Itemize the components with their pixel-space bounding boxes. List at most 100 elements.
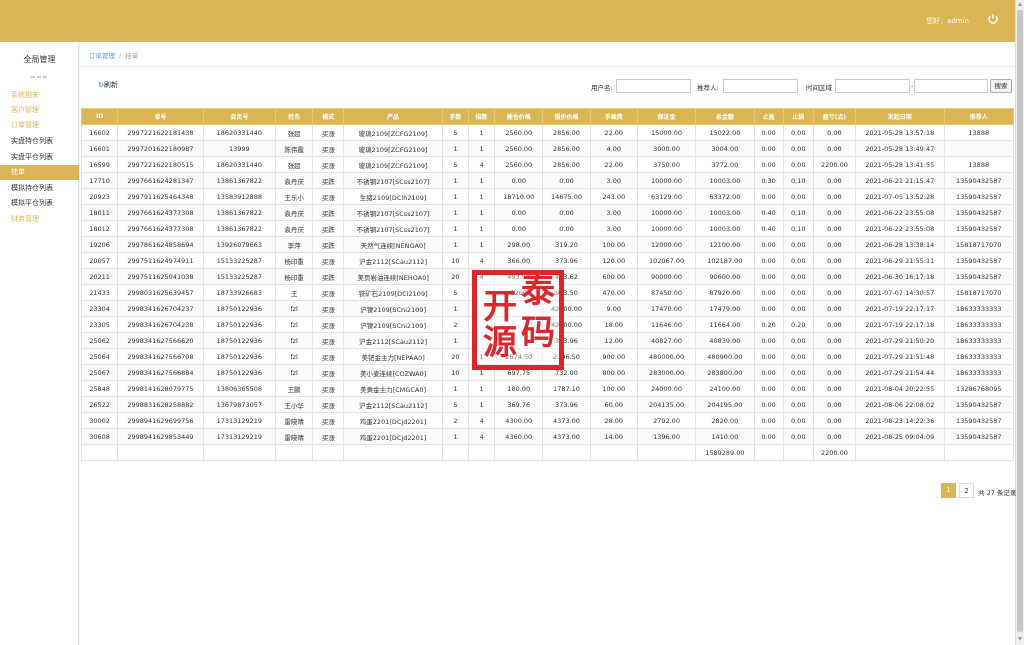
table-row[interactable]: 16601 2997201622180987 13999 陈伟霞 买涨 玻璃2109[ZC… [80, 140, 1014, 157]
table-cell: 15818717070 [943, 284, 1014, 301]
totals-cell [441, 444, 470, 461]
table-row[interactable]: 30002 2998941629699756 17313129219 雷晓晴 买涨 鸡蛋2… [80, 412, 1014, 429]
column-header[interactable]: ID [80, 108, 119, 125]
column-header[interactable]: 单号 [117, 108, 204, 125]
sidebar-item[interactable]: 模拟持仓列表 [0, 181, 79, 196]
table-cell: 0.00 [542, 220, 591, 237]
table-cell: 18633333333 [943, 364, 1014, 381]
table-cell: 17710 [80, 172, 119, 189]
column-header[interactable]: 产品 [343, 108, 443, 125]
column-header[interactable]: 推荐人 [943, 108, 1014, 125]
sidebar-item[interactable]: 实盘持仓列表 [0, 134, 79, 149]
start-date-input[interactable] [835, 79, 910, 93]
sidebar-item[interactable]: 订单管理 [0, 118, 79, 133]
breadcrumb-parent-link[interactable]: 订单管理 [89, 52, 115, 60]
breadcrumb: 订单管理 / 挂单 [89, 50, 138, 60]
table-cell: 买跌 [312, 220, 345, 237]
table-cell: 0.00 [753, 252, 784, 269]
column-header[interactable]: 盈亏(点) [812, 108, 857, 125]
column-header[interactable]: 建仓价格 [494, 108, 544, 125]
sidebar-item[interactable]: 客户管理 [0, 103, 79, 118]
column-header[interactable]: 止损 [782, 108, 814, 125]
table-cell: 0.00 [782, 348, 814, 365]
table-row[interactable]: 19206 2997861624858694 13926079663 李萍 买跌 天然气连… [80, 236, 1014, 253]
table-cell: 298.00 [494, 236, 544, 253]
column-header[interactable]: 手数 [441, 108, 470, 125]
username-input[interactable] [616, 79, 691, 93]
table-row[interactable]: 20923 2997911625464348 13583912888 王乐小 买涨 生猪2… [80, 188, 1014, 205]
page-button-2[interactable]: 2 [959, 483, 974, 498]
table-cell: 玻璃2109[ZCFG2109] [343, 156, 443, 173]
table-cell: 2998341627566708 [117, 348, 204, 365]
table-cell: 0.00 [753, 268, 784, 285]
table-cell: 2021-06-29 21:55:11 [855, 252, 945, 269]
column-header[interactable]: 倍数 [467, 108, 496, 125]
referrer-input[interactable] [723, 79, 798, 93]
sidebar-item[interactable]: 系统相关 [0, 88, 79, 103]
table-cell: 0.00 [812, 316, 857, 333]
column-header[interactable]: 总金额 [695, 108, 755, 125]
table-cell: 60.00 [589, 396, 638, 413]
sidebar-item[interactable]: 财务管理 [0, 212, 79, 227]
table-cell: 24000.00 [636, 380, 697, 397]
sidebar-item[interactable]: 模拟平仓列表 [0, 196, 79, 211]
page-scrollbar[interactable] [1015, 0, 1024, 645]
table-cell: 2021-07-29 21:54:44 [855, 364, 945, 381]
table-cell: 13590432587 [943, 412, 1014, 429]
scroll-thumb[interactable] [1017, 10, 1023, 632]
table-cell: 1 [441, 204, 470, 221]
table-row[interactable]: 18011 2997661624377308 13861367822 袁丹庆 买跌 不锈钢… [80, 204, 1014, 221]
table-cell: 0.00 [782, 236, 814, 253]
table-cell: 18.00 [589, 316, 638, 333]
power-icon[interactable] [987, 13, 999, 25]
table-cell: 2997511624974911 [117, 252, 204, 269]
table-cell: 40827.00 [636, 332, 697, 349]
table-row[interactable]: 25848 2998141628079775 13806365508 王鹏 买涨 美黄金主… [80, 380, 1014, 397]
table-row[interactable]: 16599 2997221622180515 18620331440 张超 买涨 玻璃21… [80, 156, 1014, 173]
table-row[interactable]: 17710 2997661624281347 13861367822 袁丹庆 买跌 不锈钢… [80, 172, 1014, 189]
scroll-up-arrow-icon[interactable] [1018, 2, 1022, 6]
table-cell: 13590432587 [943, 268, 1014, 285]
table-row[interactable]: 16602 2997221622181438 18620331440 张超 买涨 玻璃21… [80, 124, 1014, 141]
table-cell: 0.00 [812, 124, 857, 141]
column-header[interactable]: 姓名 [275, 108, 314, 125]
table-cell: 13926079663 [202, 236, 277, 253]
table-cell: 20057 [80, 252, 119, 269]
sidebar-item[interactable]: 挂单 [0, 165, 79, 180]
column-header[interactable]: 会员号 [202, 108, 277, 125]
table-row[interactable]: 18012 2997661624377308 13861367822 袁丹庆 买跌 不锈钢… [80, 220, 1014, 237]
table-cell: 480000.00 [636, 348, 697, 365]
scroll-down-arrow-icon[interactable] [1018, 637, 1022, 641]
referrer-label: 推荐人: [697, 84, 719, 92]
table-cell: 15133225287 [202, 268, 277, 285]
table-cell: 杨印重 [275, 252, 314, 269]
column-header[interactable]: 保证金 [636, 108, 697, 125]
table-cell: 600.00 [589, 268, 638, 285]
column-header[interactable]: 发起日期 [855, 108, 945, 125]
page-button-1[interactable]: 1 [941, 483, 956, 498]
table-cell: 0.00 [782, 332, 814, 349]
sidebar-item[interactable]: 实盘平仓列表 [0, 150, 79, 165]
table-row[interactable]: 20057 2997511624974911 15133225287 杨印重 买涨 沪金2… [80, 252, 1014, 269]
column-header[interactable]: 止盈 [753, 108, 784, 125]
table-cell: 3.00 [589, 172, 638, 189]
table-cell: 102067.00 [636, 252, 697, 269]
totals-cell [312, 444, 345, 461]
search-button[interactable]: 搜索 [990, 79, 1012, 93]
column-header[interactable]: 手续费 [589, 108, 638, 125]
table-cell: 15133225287 [202, 252, 277, 269]
end-date-input[interactable] [914, 79, 988, 93]
table-cell: 5 [441, 284, 470, 301]
table-cell: 283800.00 [695, 364, 755, 381]
table-cell: 3772.00 [695, 156, 755, 173]
table-row[interactable]: 26522 2998831628258882 13679873057 王小华 买涨 沪金2… [80, 396, 1014, 413]
table-cell: 1 [467, 380, 496, 397]
refresh-button[interactable]: ↻刷新 [98, 80, 118, 90]
table-cell: 0.00 [753, 140, 784, 157]
table-cell: 5 [441, 156, 470, 173]
column-header[interactable]: 模式 [312, 108, 345, 125]
table-row[interactable]: 30608 2998941629853449 17313129219 雷晓晴 买涨 鸡蛋2… [80, 428, 1014, 445]
column-header[interactable]: 报价价格 [542, 108, 591, 125]
table-cell: 4.00 [589, 140, 638, 157]
table-cell: 2 [441, 316, 470, 333]
